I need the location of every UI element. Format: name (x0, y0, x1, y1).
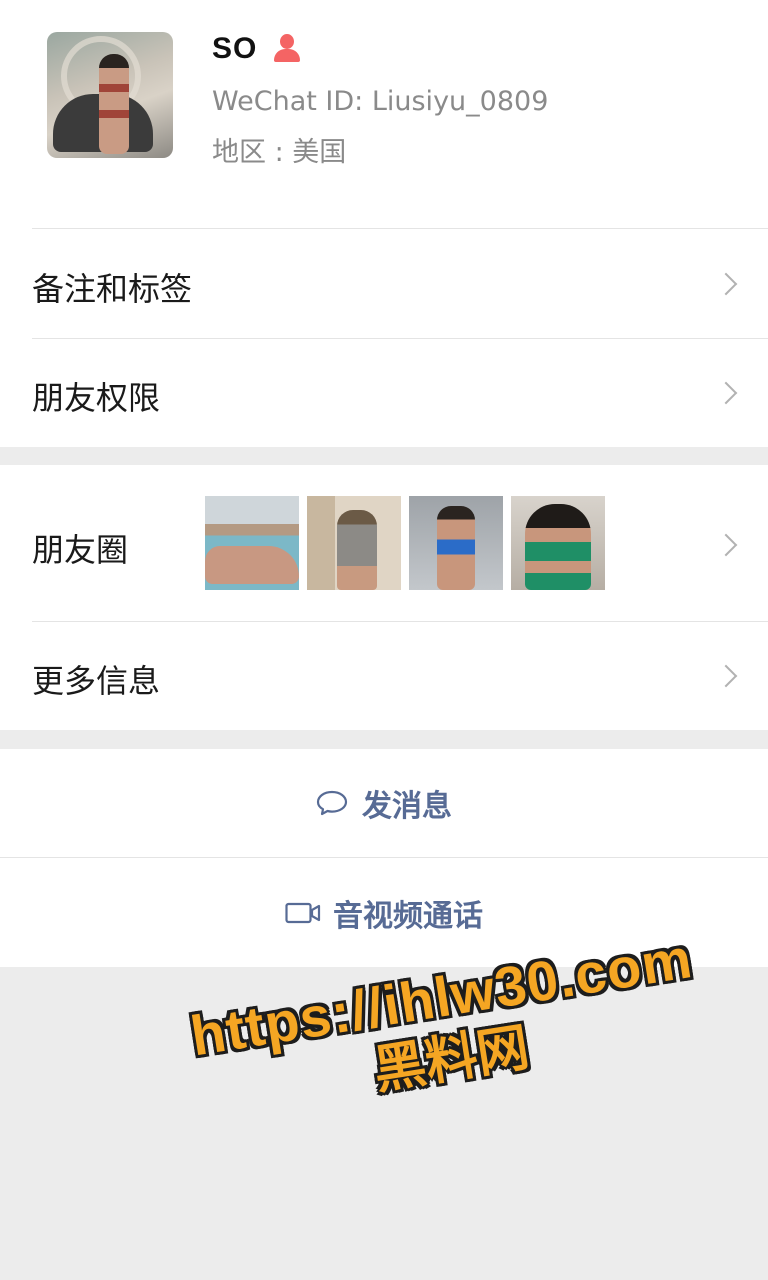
settings-group: 备注和标签 朋友权限 (0, 228, 768, 447)
moment-thumbnail (511, 496, 605, 590)
wechat-id: WeChat ID: Liusiyu_0809 (212, 86, 549, 117)
send-message-label: 发消息 (362, 789, 452, 824)
remarks-tags-label: 备注和标签 (32, 270, 193, 308)
remarks-tags-row[interactable]: 备注和标签 (0, 229, 768, 338)
moments-thumbnails (205, 496, 613, 590)
chevron-right-icon (714, 272, 738, 296)
av-call-label: 音视频通话 (333, 898, 483, 934)
chevron-right-icon (714, 664, 738, 688)
female-user-icon (273, 34, 301, 64)
more-info-label: 更多信息 (32, 662, 161, 700)
info-group: 朋友圈 更多信息 (0, 465, 768, 730)
chevron-right-icon (714, 533, 738, 557)
send-message-button[interactable]: 发消息 (0, 749, 768, 857)
avatar[interactable] (47, 32, 173, 158)
moment-thumbnail (307, 496, 401, 590)
moments-row[interactable]: 朋友圈 (0, 465, 768, 621)
friend-permissions-row[interactable]: 朋友权限 (0, 339, 768, 447)
contact-name: SO (212, 32, 258, 65)
chat-bubble-icon (316, 790, 348, 816)
profile-header: SO WeChat ID: Liusiyu_0809 地区 : 美国 (0, 0, 768, 228)
video-camera-icon (285, 902, 321, 923)
contact-profile-page: SO WeChat ID: Liusiyu_0809 地区 : 美国 备注和标签… (0, 0, 768, 1280)
more-info-row[interactable]: 更多信息 (0, 622, 768, 730)
region: 地区 : 美国 (212, 137, 347, 168)
friend-permissions-label: 朋友权限 (32, 379, 161, 417)
chevron-right-icon (714, 381, 738, 405)
moments-label: 朋友圈 (32, 531, 129, 569)
moment-thumbnail (205, 496, 299, 590)
moment-thumbnail (409, 496, 503, 590)
